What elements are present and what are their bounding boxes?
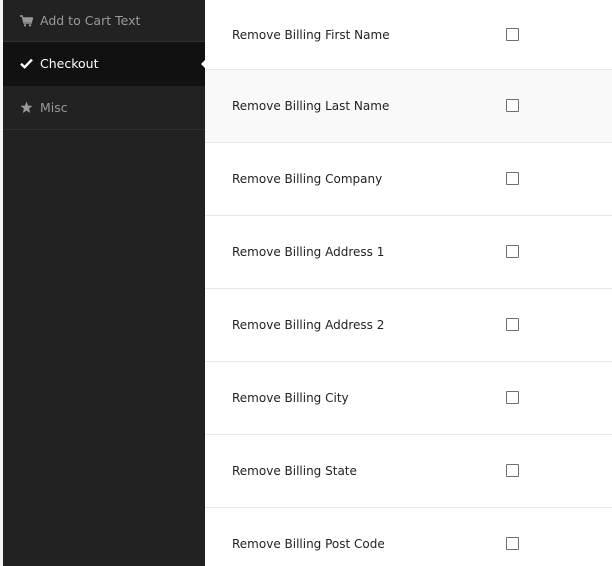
settings-row-remove-billing-address-1: Remove Billing Address 1 — [205, 216, 612, 289]
setting-label: Remove Billing Address 1 — [232, 245, 385, 259]
remove-billing-post-code-checkbox[interactable] — [506, 537, 519, 550]
setting-label: Remove Billing City — [232, 391, 349, 405]
setting-label: Remove Billing State — [232, 464, 357, 478]
sidebar-item-add-to-cart-text[interactable]: Add to Cart Text — [3, 0, 205, 42]
setting-label: Remove Billing Post Code — [232, 537, 385, 551]
setting-label: Remove Billing Last Name — [232, 99, 390, 113]
remove-billing-state-checkbox[interactable] — [506, 464, 519, 477]
sidebar-item-label: Misc — [40, 100, 68, 115]
settings-row-remove-billing-address-2: Remove Billing Address 2 — [205, 289, 612, 362]
sidebar-item-label: Checkout — [40, 56, 99, 71]
checkout-settings-panel: Remove Billing First Name Remove Billing… — [205, 0, 612, 566]
remove-billing-address-1-checkbox[interactable] — [506, 245, 519, 258]
remove-billing-company-checkbox[interactable] — [506, 172, 519, 185]
setting-label: Remove Billing Address 2 — [232, 318, 385, 332]
checkmark-icon — [19, 57, 33, 71]
settings-row-remove-billing-state: Remove Billing State — [205, 435, 612, 508]
sidebar-item-checkout[interactable]: Checkout — [3, 42, 206, 86]
settings-row-remove-billing-company: Remove Billing Company — [205, 143, 612, 216]
settings-row-remove-billing-city: Remove Billing City — [205, 362, 612, 435]
star-icon — [19, 101, 33, 115]
cart-icon — [19, 14, 33, 28]
settings-row-remove-billing-first-name: Remove Billing First Name — [205, 0, 612, 70]
setting-label: Remove Billing Company — [232, 172, 383, 186]
setting-label: Remove Billing First Name — [232, 27, 390, 42]
sidebar-item-label: Add to Cart Text — [40, 13, 141, 28]
settings-row-remove-billing-last-name: Remove Billing Last Name — [205, 70, 612, 143]
settings-row-remove-billing-post-code: Remove Billing Post Code — [205, 508, 612, 566]
remove-billing-address-2-checkbox[interactable] — [506, 318, 519, 331]
remove-billing-last-name-checkbox[interactable] — [506, 99, 519, 112]
remove-billing-city-checkbox[interactable] — [506, 391, 519, 404]
sidebar-item-misc[interactable]: Misc — [3, 86, 205, 130]
settings-sidebar: Add to Cart Text Checkout Misc — [3, 0, 206, 566]
remove-billing-first-name-checkbox[interactable] — [506, 27, 519, 41]
